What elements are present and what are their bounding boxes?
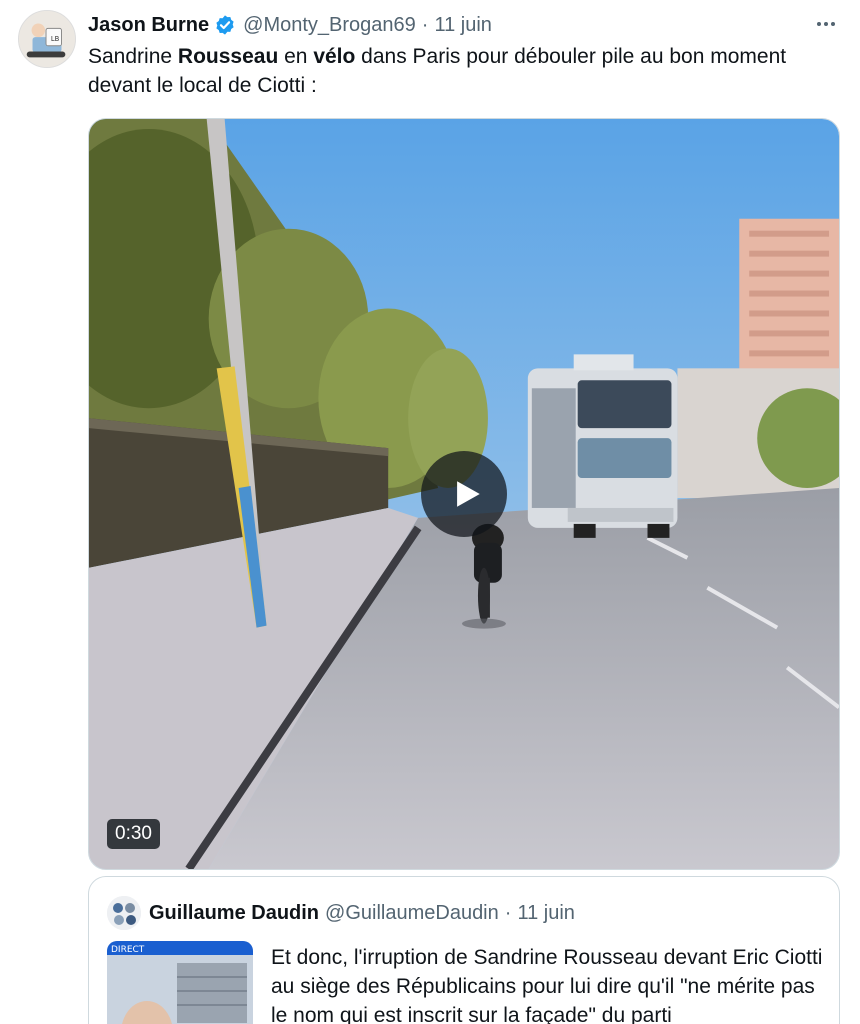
quoted-author-handle[interactable]: @GuillaumeDaudin <box>325 902 499 925</box>
play-icon <box>457 481 480 507</box>
play-button[interactable] <box>421 451 507 537</box>
quoted-tweet-header: Guillaume Daudin @GuillaumeDaudin · 11 j… <box>107 895 575 931</box>
tweet-text-part: Sandrine <box>88 45 178 68</box>
separator-dot: · <box>504 901 512 924</box>
video-duration: 0:30 <box>107 819 160 849</box>
tweet-header: Jason Burne @Monty_Brogan69 · 11 juin <box>88 10 492 40</box>
tweet-text-bold: vélo <box>313 45 356 68</box>
tweet-text-bold: Rousseau <box>177 45 279 68</box>
tweet-text: Sandrine Rousseau en vélo dans Paris pou… <box>88 42 840 100</box>
verified-badge-icon <box>214 14 236 36</box>
author-avatar[interactable]: LB <box>18 10 76 68</box>
author-handle[interactable]: @Monty_Brogan69 <box>243 14 416 37</box>
video-player[interactable]: 0:30 <box>88 118 840 870</box>
author-display-name[interactable]: Jason Burne <box>88 14 209 37</box>
quoted-author-avatar[interactable] <box>107 896 141 930</box>
live-badge: DIRECT <box>111 945 145 955</box>
more-options-icon[interactable] <box>812 12 840 36</box>
quoted-video-thumbnail[interactable]: DIRECT <box>107 941 253 1024</box>
tweet-date[interactable]: 11 juin <box>434 14 491 37</box>
quoted-tweet[interactable]: Guillaume Daudin @GuillaumeDaudin · 11 j… <box>88 876 840 1024</box>
quoted-author-display-name[interactable]: Guillaume Daudin <box>149 902 319 925</box>
separator-dot: · <box>421 13 429 36</box>
svg-text:LB: LB <box>51 35 60 43</box>
quoted-tweet-text: Et donc, l'irruption de Sandrine Roussea… <box>271 946 823 1024</box>
tweet-text-part: en <box>278 45 314 68</box>
quoted-tweet-date[interactable]: 11 juin <box>517 902 574 925</box>
tweet[interactable]: LB Jason Burne @Monty_Brogan69 · 11 juin… <box>0 0 860 1024</box>
